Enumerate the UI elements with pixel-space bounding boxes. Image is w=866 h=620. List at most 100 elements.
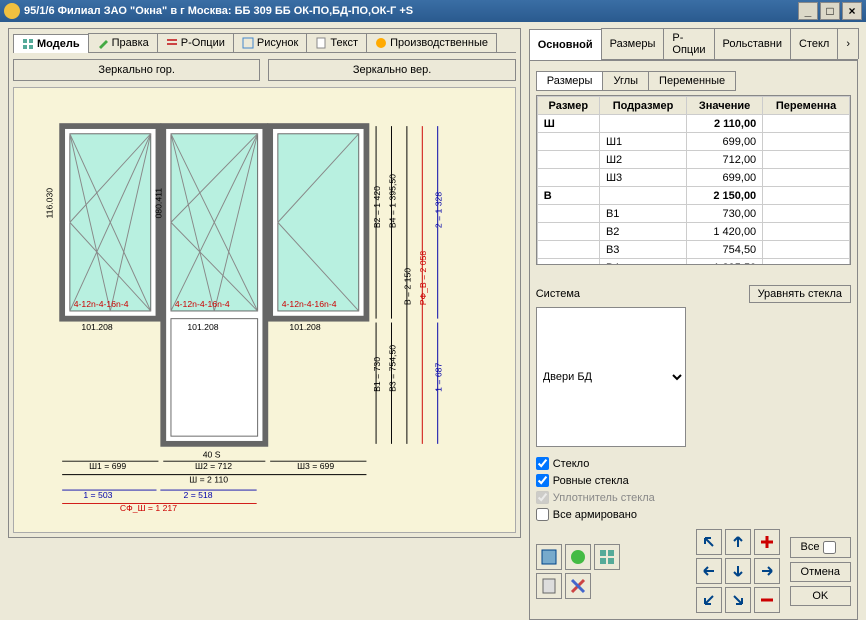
- table-row[interactable]: Ш1699,00: [537, 133, 849, 151]
- svg-text:В3 = 754,50: В3 = 754,50: [387, 345, 397, 392]
- bottom-toolbar: Все Отмена OK: [536, 521, 851, 613]
- add-icon[interactable]: [754, 529, 780, 555]
- check-even-glass[interactable]: Ровные стекла: [536, 474, 851, 487]
- tab-label: Модель: [37, 38, 80, 50]
- image-icon: [242, 37, 254, 49]
- svg-text:1 = 503: 1 = 503: [83, 490, 112, 500]
- svg-text:101.208: 101.208: [289, 322, 320, 332]
- system-select[interactable]: Двери БД: [536, 307, 686, 447]
- tab-model[interactable]: Модель: [13, 34, 89, 53]
- col-var[interactable]: Переменна: [763, 97, 850, 115]
- right-tabbar: Основной Размеры Р-Опции Рольставни Стек…: [529, 28, 858, 60]
- tool-window-icon[interactable]: [536, 544, 562, 570]
- minimize-button[interactable]: _: [798, 2, 818, 20]
- arrow-nw-icon[interactable]: [696, 529, 722, 555]
- tab-label: Правка: [112, 37, 149, 49]
- svg-text:В2 = 1 420: В2 = 1 420: [372, 186, 382, 228]
- svg-text:Ш1 = 699: Ш1 = 699: [89, 461, 126, 471]
- svg-text:СФ_Ш = 1 217: СФ_Ш = 1 217: [120, 503, 177, 513]
- mirror-v-button[interactable]: Зеркально вер.: [268, 59, 515, 81]
- table-row[interactable]: Ш3699,00: [537, 169, 849, 187]
- svg-text:Ш2 = 712: Ш2 = 712: [195, 461, 232, 471]
- svg-text:1 = 687: 1 = 687: [434, 363, 444, 392]
- right-pane: Основной Размеры Р-Опции Рольставни Стек…: [529, 28, 858, 538]
- table-row[interactable]: Ш2712,00: [537, 151, 849, 169]
- svg-text:В1 = 730: В1 = 730: [372, 357, 382, 392]
- table-row[interactable]: В21 420,00: [537, 223, 849, 241]
- center-label: 40 S: [203, 449, 221, 459]
- cancel-button[interactable]: Отмена: [790, 562, 851, 582]
- prod-icon: [375, 37, 387, 49]
- col-size[interactable]: Размер: [537, 97, 599, 115]
- level-glass-button[interactable]: Уравнять стекла: [749, 285, 851, 303]
- sub-tabbar: Размеры Углы Переменные: [536, 71, 851, 91]
- tab-glass[interactable]: Стекл: [790, 28, 838, 59]
- svg-text:2 = 1 328: 2 = 1 328: [434, 192, 444, 229]
- left-tabbar: Модель Правка Р-Опции Рисунок Текст Прои…: [13, 33, 516, 53]
- all-checkbox[interactable]: Все: [790, 537, 851, 558]
- arrow-up-icon[interactable]: [725, 529, 751, 555]
- col-value[interactable]: Значение: [687, 97, 763, 115]
- table-row[interactable]: Ш2 110,00: [537, 115, 849, 133]
- tab-production[interactable]: Производственные: [366, 33, 497, 52]
- grid-icon: [22, 38, 34, 50]
- ok-button[interactable]: OK: [790, 586, 851, 606]
- close-button[interactable]: ×: [842, 2, 862, 20]
- svg-text:4-12n-4-16n-4: 4-12n-4-16n-4: [175, 299, 230, 309]
- table-row[interactable]: В2 150,00: [537, 187, 849, 205]
- glass-label: 4-12n-4-16n-4: [74, 299, 129, 309]
- svg-text:Ш = 2 110: Ш = 2 110: [189, 474, 228, 484]
- arrow-se-icon[interactable]: [725, 587, 751, 613]
- check-reinforced[interactable]: Все армировано: [536, 508, 851, 521]
- options-group: Стекло Ровные стекла Уплотнитель стекла …: [536, 457, 851, 521]
- mirror-h-button[interactable]: Зеркально гор.: [13, 59, 260, 81]
- tool-settings-icon[interactable]: [565, 573, 591, 599]
- svg-text:В = 2 150: В = 2 150: [403, 268, 413, 305]
- dimensions-table[interactable]: Размер Подразмер Значение Переменна Ш2 1…: [536, 95, 851, 265]
- arrow-down-icon[interactable]: [725, 558, 751, 584]
- table-row[interactable]: В1730,00: [537, 205, 849, 223]
- svg-text:080.411: 080.411: [153, 188, 163, 219]
- subtab-angles[interactable]: Углы: [602, 71, 649, 91]
- svg-text:2 = 518: 2 = 518: [183, 490, 212, 500]
- titlebar: 95/1/6 Филиал ЗАО "Окна" в г Москва: ББ …: [0, 0, 866, 22]
- svg-text:Ш3 = 699: Ш3 = 699: [297, 461, 334, 471]
- tab-scroll[interactable]: ›: [837, 28, 859, 59]
- table-row[interactable]: В41 395,50: [537, 259, 849, 266]
- tab-r-options[interactable]: Р-Опции: [663, 28, 714, 59]
- svg-text:101.208: 101.208: [187, 322, 218, 332]
- tab-label: Текст: [330, 37, 358, 49]
- app-icon: [4, 3, 20, 19]
- tool-green-icon[interactable]: [565, 544, 591, 570]
- tab-options[interactable]: Р-Опции: [157, 33, 234, 52]
- arrow-sw-icon[interactable]: [696, 587, 722, 613]
- svg-text:РФ_В = 2 058: РФ_В = 2 058: [418, 251, 428, 306]
- profile-label: 101.208: [81, 322, 112, 332]
- tool-calc-icon[interactable]: [536, 573, 562, 599]
- list-icon: [166, 37, 178, 49]
- table-row[interactable]: В3754,50: [537, 241, 849, 259]
- svg-text:В4 = 1 395,50: В4 = 1 395,50: [387, 174, 397, 228]
- edit-icon: [97, 37, 109, 49]
- drawing-canvas[interactable]: 4-12n-4-16n-4 101.208 116.030 4-12n-4-16…: [13, 87, 516, 533]
- subtab-sizes[interactable]: Размеры: [536, 71, 604, 91]
- tab-text[interactable]: Текст: [306, 33, 367, 52]
- tool-grid-icon[interactable]: [594, 544, 620, 570]
- left-pane: Модель Правка Р-Опции Рисунок Текст Прои…: [8, 28, 521, 538]
- subtab-vars[interactable]: Переменные: [648, 71, 736, 91]
- maximize-button[interactable]: □: [820, 2, 840, 20]
- tab-main[interactable]: Основной: [529, 29, 602, 60]
- remove-icon[interactable]: [754, 587, 780, 613]
- arrow-left-icon[interactable]: [696, 558, 722, 584]
- arrow-right-icon[interactable]: [754, 558, 780, 584]
- tab-image[interactable]: Рисунок: [233, 33, 308, 52]
- col-subsize[interactable]: Подразмер: [599, 97, 686, 115]
- check-glass[interactable]: Стекло: [536, 457, 851, 470]
- tab-sizes[interactable]: Размеры: [601, 28, 665, 59]
- tab-label: Рисунок: [257, 37, 299, 49]
- window-title: 95/1/6 Филиал ЗАО "Окна" в г Москва: ББ …: [24, 5, 413, 17]
- tab-shutters[interactable]: Рольставни: [714, 28, 791, 59]
- side-profile: 116.030: [45, 188, 55, 219]
- tab-edit[interactable]: Правка: [88, 33, 158, 52]
- check-seal: Уплотнитель стекла: [536, 491, 851, 504]
